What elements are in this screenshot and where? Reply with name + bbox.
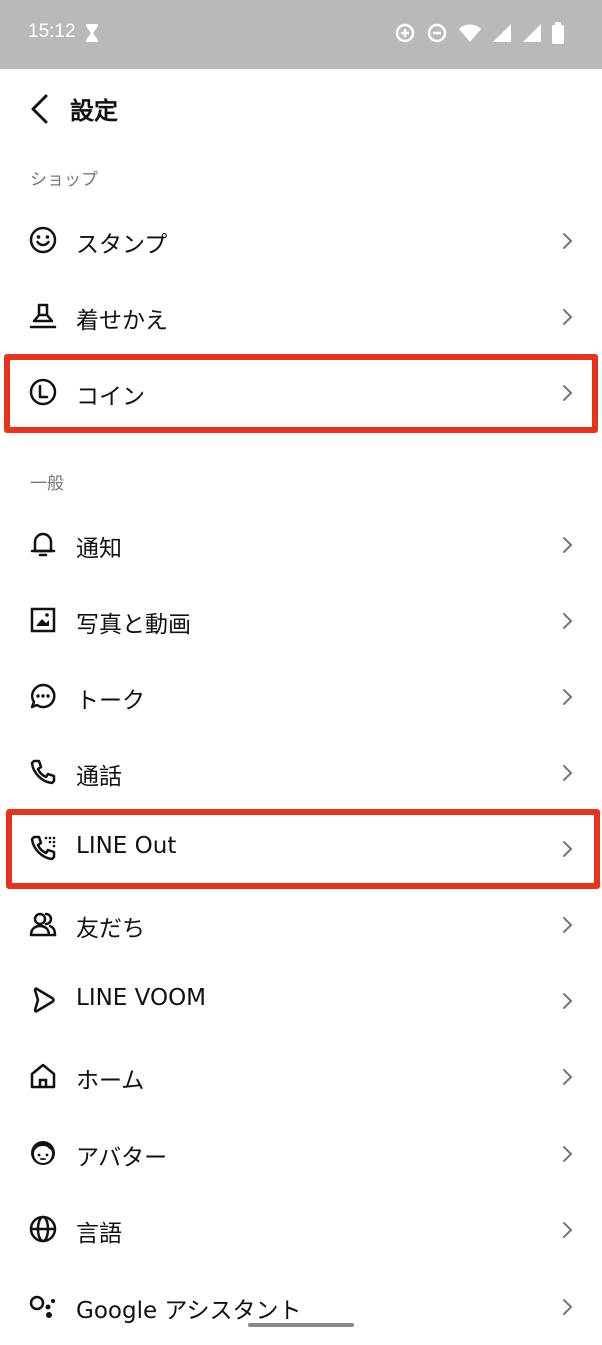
section-header-general: 一般 <box>30 474 64 494</box>
chevron-right-icon <box>563 1146 573 1162</box>
stamp-brush-icon <box>29 303 57 329</box>
page-title: 設定 <box>70 97 118 125</box>
signal-icon <box>493 24 511 42</box>
chevron-right-icon <box>563 993 573 1009</box>
settings-item-label: 言語 <box>76 1221 122 1247</box>
settings-item-label: LINE VOOM <box>76 985 207 1011</box>
chevron-right-icon <box>563 613 573 629</box>
settings-item-theme[interactable]: 着せかえ <box>0 279 602 355</box>
settings-item-calls[interactable]: 通話 <box>0 735 602 811</box>
chat-bubble-icon <box>30 683 56 709</box>
chevron-right-icon <box>563 917 573 933</box>
settings-item-label: 通話 <box>76 764 122 790</box>
gesture-navigation-bar[interactable] <box>248 1323 354 1327</box>
hourglass-icon <box>86 24 98 42</box>
settings-item-label: スタンプ <box>76 232 168 258</box>
photo-icon <box>30 607 56 633</box>
avatar-icon <box>31 1141 55 1165</box>
chevron-right-icon <box>563 689 573 705</box>
status-bar: 15:12 <box>0 0 602 69</box>
settings-item-home[interactable]: ホーム <box>0 1039 602 1115</box>
friends-icon <box>29 912 57 937</box>
status-time: 15:12 <box>28 21 76 42</box>
home-icon <box>30 1063 56 1089</box>
settings-item-notifications[interactable]: 通知 <box>0 507 602 583</box>
status-icons <box>394 22 564 44</box>
settings-item-label: トーク <box>76 688 145 714</box>
section-header-shop: ショップ <box>30 170 98 190</box>
voom-icon <box>33 987 55 1013</box>
settings-item-label: 通知 <box>76 536 122 562</box>
smile-icon <box>29 226 57 254</box>
settings-item-label: アバター <box>76 1145 168 1171</box>
chevron-right-icon <box>563 1222 573 1238</box>
settings-item-avatar[interactable]: アバター <box>0 1116 602 1192</box>
settings-item-photos-videos[interactable]: 写真と動画 <box>0 583 602 659</box>
globe-icon <box>29 1215 57 1243</box>
highlight-box-line-out <box>6 809 600 889</box>
settings-item-label: 写真と動画 <box>76 612 191 638</box>
highlight-box-coin <box>4 354 598 433</box>
settings-item-label: 友だち <box>76 916 145 942</box>
data-saver-icon <box>395 23 415 43</box>
bell-icon <box>30 532 56 557</box>
settings-item-language[interactable]: 言語 <box>0 1192 602 1268</box>
chevron-right-icon <box>563 1069 573 1085</box>
battery-icon <box>552 22 564 44</box>
back-arrow-icon[interactable] <box>26 93 56 125</box>
settings-item-google-assistant[interactable]: Google アシスタント <box>0 1269 602 1345</box>
settings-item-friends[interactable]: 友だち <box>0 887 602 963</box>
settings-item-label: ホーム <box>76 1068 145 1094</box>
settings-item-line-voom[interactable]: LINE VOOM <box>0 963 602 1039</box>
chevron-right-icon <box>563 1299 573 1315</box>
do-not-disturb-icon <box>427 23 447 43</box>
settings-item-label: 着せかえ <box>76 308 168 334</box>
chevron-right-icon <box>563 765 573 781</box>
chevron-right-icon <box>563 233 573 249</box>
assistant-icon <box>29 1295 55 1318</box>
settings-item-stamp[interactable]: スタンプ <box>0 203 602 279</box>
settings-item-chats[interactable]: トーク <box>0 659 602 735</box>
app-header: 設定 <box>0 69 602 149</box>
chevron-right-icon <box>563 309 573 325</box>
settings-item-label: Google アシスタント <box>76 1298 302 1324</box>
chevron-right-icon <box>563 537 573 553</box>
signal-icon-2 <box>523 24 541 42</box>
wifi-icon <box>459 24 481 42</box>
phone-icon <box>30 759 56 785</box>
